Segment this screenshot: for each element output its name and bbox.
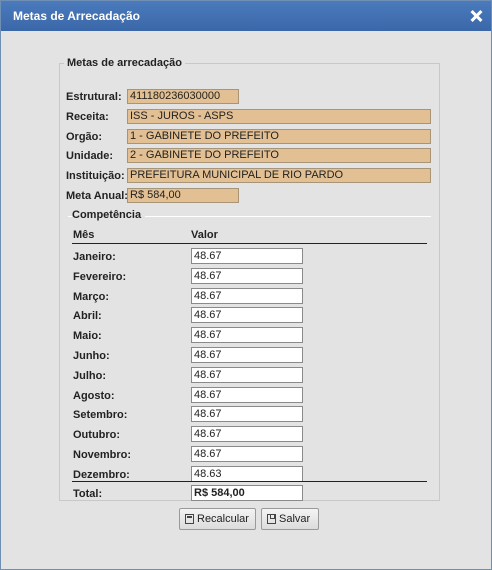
estrutural-row: Estrutural: [66,89,122,105]
total-label: Total: [73,488,103,500]
unidade-label: Unidade: [66,150,114,162]
header-mes: Mês [73,229,95,241]
instituicao-label: Instituição: [66,170,125,182]
salvar-button[interactable]: Salvar [261,508,319,530]
meta-anual-row: Meta Anual: [66,188,128,204]
recalcular-button[interactable]: Recalcular [179,508,256,530]
unidade-row: Unidade: [66,148,113,164]
orgao-field: 1 - GABINETE DO PREFEITO [127,129,431,144]
orgao-label: Orgão: [66,131,103,143]
month-value-input[interactable]: 48.67 [191,267,303,284]
header-valor: Valor [191,229,218,241]
save-icon [267,514,276,524]
dialog-titlebar[interactable]: Metas de Arrecadação [1,1,491,31]
estrutural-label: Estrutural: [66,91,122,103]
total-field: R$ 584,00 [191,485,303,501]
month-label: Agosto: [73,389,115,402]
close-icon[interactable] [469,9,483,23]
estrutural-field: 411180236030000 [127,89,239,104]
month-label: Março: [73,290,110,303]
month-value-input[interactable]: 48.67 [191,287,303,304]
month-value-input[interactable]: 48.67 [191,446,303,462]
receita-row: Receita: [66,109,109,125]
month-value-input[interactable]: 48.67 [191,406,303,423]
meta-anual-field: R$ 584,00 [127,188,239,203]
month-value-input[interactable]: 48.67 [191,327,303,344]
instituicao-field: PREFEITURA MUNICIPAL DE RIO PARDO [127,168,431,183]
month-label: Dezembro: [73,468,130,481]
meta-anual-label: Meta Anual: [66,190,128,202]
metas-dialog: Metas de Arrecadação Metas de arrecadaçã… [0,0,492,570]
month-value-input[interactable]: 48.67 [191,426,303,443]
calculator-icon [185,514,194,524]
month-label: Outubro: [73,429,121,442]
month-value-input[interactable]: 48.63 [191,465,303,482]
month-value-input[interactable]: 48.67 [191,366,303,383]
month-label: Setembro: [73,409,128,422]
orgao-row: Orgão: [66,129,102,145]
month-label: Janeiro: [73,251,116,263]
metas-legend: Metas de arrecadação [67,57,182,69]
month-value-input[interactable]: 48.67 [191,386,303,403]
competencia-legend: Competência [72,209,146,221]
month-label: Junho: [73,350,110,362]
month-value-input[interactable]: 48.67 [191,248,303,264]
month-label: Maio: [73,330,102,343]
month-label: Julho: [73,369,106,382]
month-value-input[interactable]: 48.67 [191,307,303,324]
salvar-label: Salvar [279,513,311,525]
unidade-field: 2 - GABINETE DO PREFEITO [127,148,431,163]
recalcular-label: Recalcular [197,513,249,525]
instituicao-row: Instituição: [66,168,125,184]
month-label: Fevereiro: [73,270,127,283]
receita-label: Receita: [66,111,109,123]
month-value-input[interactable]: 48.67 [191,347,303,363]
month-label: Novembro: [73,449,132,461]
month-label: Abril: [73,310,102,323]
header-rule [72,243,427,244]
metas-fieldset: Metas de arrecadação Estrutural: 4111802… [59,57,440,501]
total-rule [72,481,427,482]
dialog-title: Metas de Arrecadação [13,9,140,23]
receita-field: ISS - JUROS - ASPS [127,109,431,124]
